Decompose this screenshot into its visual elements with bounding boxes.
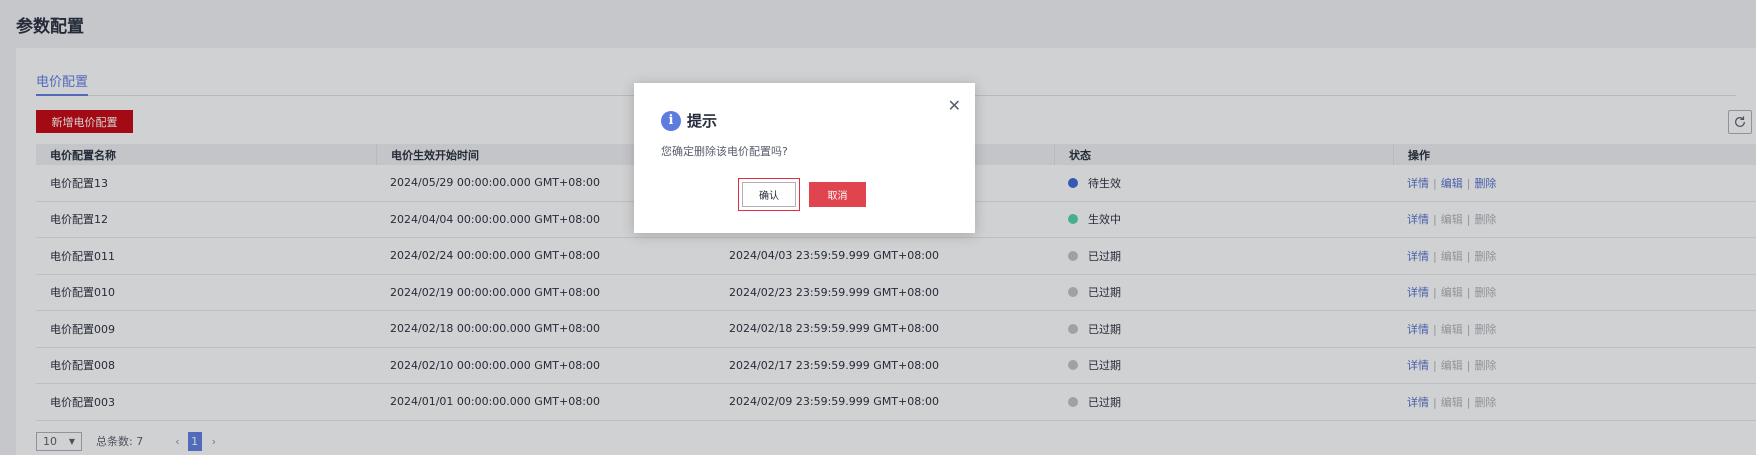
confirm-button[interactable]: 确认	[742, 182, 796, 207]
confirm-delete-dialog: ✕ i 提示 您确定删除该电价配置吗? 确认 取消	[634, 83, 975, 233]
cancel-button[interactable]: 取消	[809, 182, 866, 207]
info-icon: i	[661, 110, 681, 131]
dialog-title-text: 提示	[687, 112, 718, 130]
close-icon[interactable]: ✕	[948, 96, 961, 115]
dialog-title: i 提示	[661, 110, 717, 131]
confirm-highlight: 确认	[738, 178, 800, 211]
dialog-message: 您确定删除该电价配置吗?	[661, 145, 788, 158]
